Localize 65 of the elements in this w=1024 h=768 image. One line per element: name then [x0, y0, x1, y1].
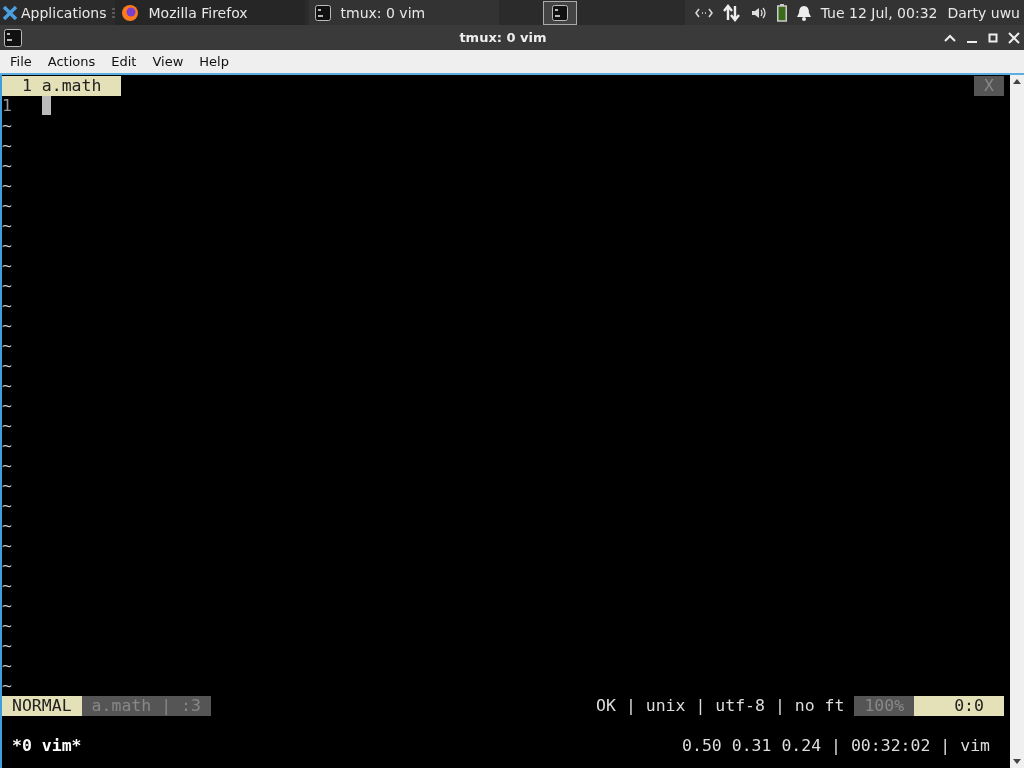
maximize-icon[interactable]: [988, 32, 998, 43]
volume-icon[interactable]: [750, 5, 767, 20]
browser-icon: [120, 3, 139, 22]
scroll-down-icon[interactable]: [1013, 759, 1021, 764]
menu-item[interactable]: View: [144, 54, 192, 69]
empty-line-marker: ~: [2, 476, 12, 496]
terminal-icon: [314, 4, 331, 21]
empty-line-marker: ~: [2, 396, 12, 416]
empty-line-marker: ~: [2, 196, 12, 216]
terminal-icon: [4, 28, 22, 47]
empty-line-marker: ~: [2, 276, 12, 296]
scroll-up-icon[interactable]: [1013, 79, 1021, 84]
battery-icon[interactable]: [776, 3, 787, 22]
text-cursor: [42, 96, 51, 115]
empty-line-marker: ~: [2, 296, 12, 316]
menu-item[interactable]: Actions: [39, 54, 104, 69]
workspace-button[interactable]: [542, 0, 577, 25]
empty-line-marker: ~: [2, 436, 12, 456]
empty-line-marker: ~: [2, 256, 12, 276]
empty-line-marker: ~: [2, 136, 12, 156]
empty-line-marker: ~: [2, 216, 12, 236]
menu-item[interactable]: Help: [191, 54, 237, 69]
empty-line-marker: ~: [2, 336, 12, 356]
empty-line-marker: ~: [2, 376, 12, 396]
empty-line-marker: ~: [2, 416, 12, 436]
user-name[interactable]: Darty uwu: [947, 4, 1020, 21]
menu-separator-icon: [110, 6, 115, 19]
transfer-arrows-icon[interactable]: [722, 3, 741, 22]
empty-line-marker: ~: [2, 176, 12, 196]
empty-line-marker: ~: [2, 576, 12, 596]
empty-line-marker: ~: [2, 596, 12, 616]
empty-line-marker: ~: [2, 316, 12, 336]
terminal-icon: [551, 4, 568, 21]
empty-line-marker: ~: [2, 656, 12, 676]
window-title: tmux: 0 vim: [458, 30, 548, 45]
collapse-icon[interactable]: [944, 32, 956, 43]
bell-icon[interactable]: [796, 4, 811, 21]
tmux-window-name[interactable]: *0 vim*: [12, 736, 82, 756]
clock[interactable]: Tue 12 Jul, 00:32: [820, 4, 938, 21]
line-number: 1: [2, 96, 13, 116]
empty-line-marker: ~: [2, 156, 12, 176]
empty-line-marker: ~: [2, 636, 12, 656]
empty-line-marker: ~: [2, 456, 12, 476]
close-icon[interactable]: [1008, 31, 1020, 44]
empty-line-marker: ~: [2, 356, 12, 376]
cursor-position: 0:0: [914, 696, 1004, 716]
x-logo-icon: [2, 4, 18, 21]
buffer-tab[interactable]: 1 a.math: [2, 76, 122, 96]
mode-indicator: NORMAL: [2, 696, 82, 716]
network-icon[interactable]: [694, 6, 713, 19]
empty-line-marker: ~: [2, 536, 12, 556]
menu-item[interactable]: Edit: [103, 54, 145, 69]
applications-menu[interactable]: Applications: [0, 0, 111, 25]
taskbar-task[interactable]: tmux: 0 vim: [308, 0, 499, 25]
empty-line-marker: ~: [2, 116, 12, 136]
empty-line-marker: ~: [2, 236, 12, 256]
tmux-status: 0.50 0.31 0.24 | 00:32:02 | vim: [682, 736, 990, 756]
empty-line-marker: ~: [2, 676, 12, 696]
empty-line-marker: ~: [2, 496, 12, 516]
file-format-info: OK | unix | utf-8 | no ft: [596, 696, 846, 716]
menu-item[interactable]: File: [2, 54, 40, 69]
empty-line-marker: ~: [2, 616, 12, 636]
taskbar-task[interactable]: Mozilla Firefox: [114, 0, 305, 25]
empty-line-marker: ~: [2, 556, 12, 576]
empty-line-marker: ~: [2, 516, 12, 536]
